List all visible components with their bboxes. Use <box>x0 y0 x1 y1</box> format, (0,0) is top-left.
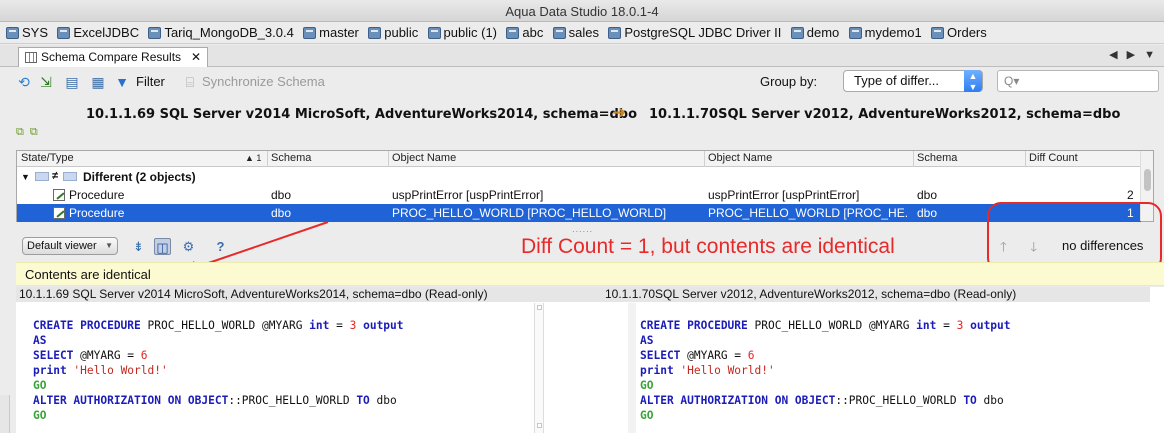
left-pane-header: 10.1.1.69 SQL Server v2014 MicroSoft, Ad… <box>16 287 532 302</box>
grid-icon <box>25 52 37 63</box>
connection-tab-sys[interactable]: SYS <box>6 22 48 43</box>
connection-tab-mongodb[interactable]: Tariq_MongoDB_3.0.4 <box>148 22 294 43</box>
procedure-icon <box>53 207 65 219</box>
connection-tab-public-1[interactable]: public (1) <box>427 22 497 43</box>
connection-tab-abc[interactable]: abc <box>506 22 543 43</box>
connection-tab-postgresql[interactable]: PostgreSQL JDBC Driver II <box>608 22 781 43</box>
diff-gutter <box>534 303 544 433</box>
database-icon <box>368 27 382 39</box>
tab-nav-arrows[interactable]: ◀ ▶ ▼ <box>1109 48 1158 61</box>
select-arrows-icon: ▲ ▼ <box>964 70 982 92</box>
sort-indicator-icon: ▲ 1 <box>245 153 262 163</box>
contents-identical-banner: Contents are identical <box>16 262 1164 286</box>
database-icon <box>608 27 622 39</box>
database-icon <box>790 27 804 39</box>
right-pane-header: 10.1.1.70SQL Server v2012, AdventureWork… <box>602 287 1150 302</box>
synchronize-schema-button[interactable]: Synchronize Schema <box>202 74 325 89</box>
source-connection: 10.1.1.69 SQL Server v2014 MicroSoft, Ad… <box>86 107 638 122</box>
refresh-icon[interactable]: ⟲ <box>16 74 32 90</box>
database-icon <box>148 27 162 39</box>
export-icon[interactable]: ⇲ <box>38 74 54 90</box>
filter-button[interactable]: Filter <box>136 74 165 89</box>
table-row[interactable]: Procedure dbo uspPrintError [uspPrintErr… <box>17 186 1141 204</box>
database-icon <box>552 27 566 39</box>
database-icon <box>303 27 317 39</box>
default-viewer-dropdown[interactable]: Default viewer ▼ <box>22 237 118 255</box>
sync-icon: ⌸ <box>185 74 195 90</box>
col-object-name-left[interactable]: Object Name <box>392 152 456 164</box>
window-titlebar: Aqua Data Studio 18.0.1-4 <box>0 0 1164 22</box>
split-horizontal-icon[interactable]: ⇟ <box>130 238 147 255</box>
left-code[interactable]: CREATE PROCEDURE PROC_HELLO_WORLD @MYARG… <box>33 303 404 423</box>
database-icon <box>931 27 945 39</box>
filter-icon[interactable]: ▼ <box>114 74 130 90</box>
database-icon <box>6 27 19 39</box>
schema-box-icon <box>35 172 49 181</box>
right-code[interactable]: CREATE PROCEDURE PROC_HELLO_WORLD @MYARG… <box>640 303 1011 423</box>
scrollbar-thumb[interactable] <box>1144 169 1151 191</box>
schema-box-icon <box>63 172 77 181</box>
expand-collapse-icons[interactable]: ⧉⧉ <box>16 126 44 139</box>
connection-tab-exceljdbc[interactable]: ExcelJDBC <box>57 22 139 43</box>
table-header: State/Type ▲ 1 Schema Object Name Object… <box>17 151 1141 167</box>
connection-tab-demo[interactable]: demo <box>790 22 839 43</box>
right-lane <box>628 303 636 433</box>
procedure-icon <box>53 189 65 201</box>
connection-tab-sales[interactable]: sales <box>552 22 599 43</box>
settings-gear-icon[interactable]: ⚙ <box>180 238 197 255</box>
connection-tab-master[interactable]: master <box>303 22 359 43</box>
tab-schema-compare-results[interactable]: Schema Compare Results ✕ <box>18 47 208 67</box>
left-edge-panel <box>0 395 10 433</box>
connection-tab-public[interactable]: public <box>368 22 418 43</box>
col-diff-count[interactable]: Diff Count <box>1029 152 1078 164</box>
panel-tabstrip: Schema Compare Results ✕ ◀ ▶ ▼ <box>0 45 1164 67</box>
help-icon[interactable]: ? <box>212 238 229 255</box>
collapse-toggle-icon[interactable]: ▼ <box>21 172 30 182</box>
database-icon <box>848 27 862 39</box>
not-equal-icon: ≠ <box>52 170 59 182</box>
window-title: Aqua Data Studio 18.0.1-4 <box>505 4 659 19</box>
database-icon <box>57 27 71 39</box>
group-by-select[interactable]: Type of differ... ▲ ▼ <box>843 70 983 92</box>
connection-tabs: SYS ExcelJDBC Tariq_MongoDB_3.0.4 master… <box>0 22 1164 44</box>
connection-tab-mydemo1[interactable]: mydemo1 <box>848 22 922 43</box>
database-icon <box>506 27 520 39</box>
compare-connections: 10.1.1.69 SQL Server v2014 MicroSoft, Ad… <box>0 100 1164 128</box>
col-state-type[interactable]: State/Type <box>21 152 74 164</box>
chevron-down-icon: ▼ <box>105 241 113 250</box>
annotation-text: Diff Count = 1, but contents are identic… <box>521 235 895 258</box>
table-row-selected[interactable]: Procedure dbo PROC_HELLO_WORLD [PROC_HEL… <box>17 204 1141 222</box>
table-icon[interactable]: ▦ <box>90 74 106 90</box>
search-input[interactable]: Q▾ <box>997 70 1159 92</box>
results-table: State/Type ▲ 1 Schema Object Name Object… <box>16 150 1154 222</box>
group-by-label: Group by: <box>760 74 818 89</box>
col-object-name-right[interactable]: Object Name <box>708 152 772 164</box>
col-schema-right[interactable]: Schema <box>917 152 957 164</box>
report-icon[interactable]: ▤ <box>64 74 80 90</box>
connection-tab-orders[interactable]: Orders <box>931 22 987 43</box>
compare-toolbar: ⟲ ⇲ ▤ ▦ ▼ Filter ⌸ Synchronize Schema Gr… <box>12 68 1164 96</box>
close-icon[interactable]: ✕ <box>191 48 201 66</box>
col-schema-left[interactable]: Schema <box>271 152 311 164</box>
group-label: Different (2 objects) <box>83 170 196 184</box>
target-connection: 10.1.1.70SQL Server v2012, AdventureWork… <box>649 107 1121 122</box>
database-icon <box>427 27 441 39</box>
diff-panes: 10.1.1.69 SQL Server v2014 MicroSoft, Ad… <box>16 287 1164 433</box>
compare-arrow-icon: ➜ <box>612 103 627 123</box>
side-by-side-icon[interactable]: ◫ <box>154 238 171 255</box>
group-row-different[interactable]: ▼ ≠ Different (2 objects) <box>17 168 1141 186</box>
